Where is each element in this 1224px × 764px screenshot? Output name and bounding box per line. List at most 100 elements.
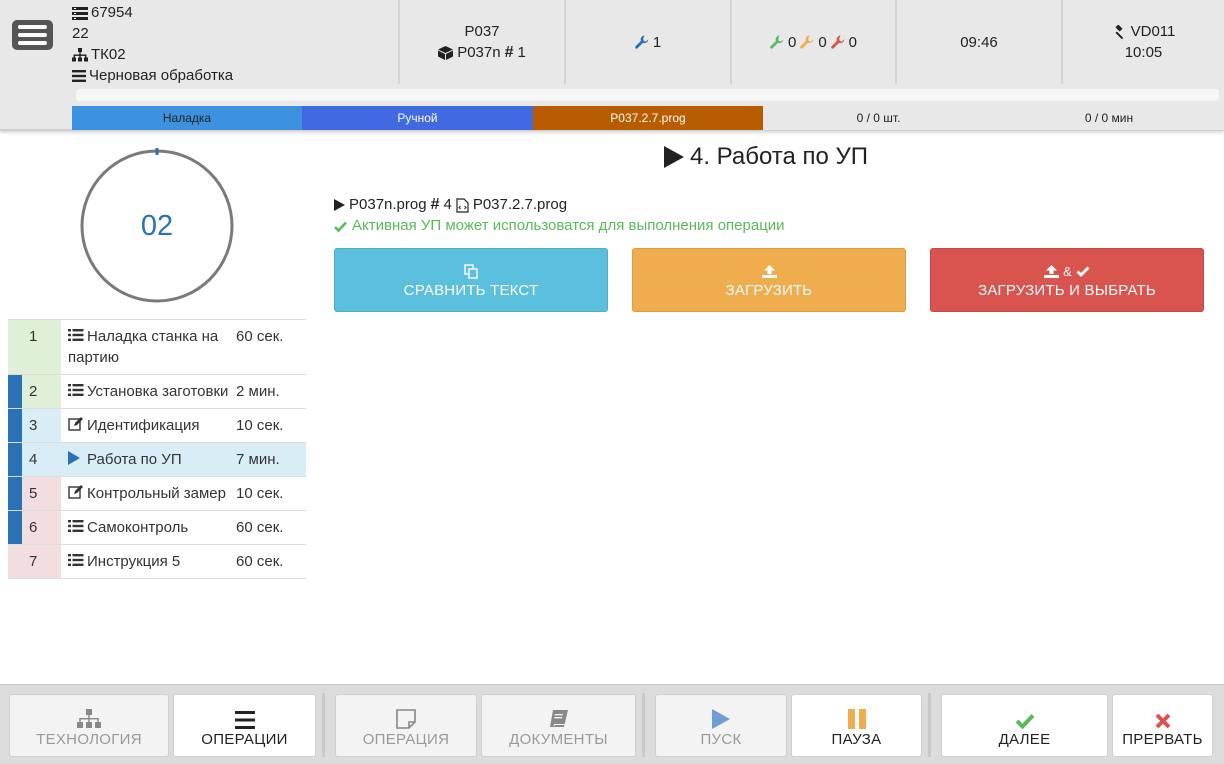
menu-bar-icon [18,33,47,37]
operation-name-cell: Контрольный замер [61,477,236,510]
operation-flag [8,409,22,442]
abort-button[interactable]: ПРЕРВАТЬ [1112,694,1213,757]
toolbar-divider [928,693,931,757]
menu-bar-icon [18,41,47,45]
tools-warning-count: 0 [818,33,827,51]
operation-time: 2 мин. [236,383,280,400]
upload-button[interactable]: ЗАГРУЗИТЬ [632,248,906,312]
active-message-text: Активная УП может использоватся для выпо… [352,217,785,234]
operation-time: 60 сек. [236,553,284,570]
play-icon [664,146,684,168]
next-button[interactable]: ДАЛЕЕ [941,694,1108,757]
operation-row[interactable]: 6 Самоконтроль 60 сек. [8,511,306,545]
operation-time: 7 мин. [236,443,306,476]
start-button[interactable]: ПУСК [655,694,787,757]
clock-cell: 09:46 [895,0,1061,84]
operation-row[interactable]: 5 Контрольный замер 10 сек. [8,477,306,511]
operation-row[interactable]: 3 Идентификация 10 сек. [8,409,306,443]
operations-label: ОПЕРАЦИИ [201,731,288,748]
bottom-toolbar: ТЕХНОЛОГИЯ ОПЕРАЦИИ ОПЕРАЦИЯ ДОКУМЕНТЫ П… [0,684,1224,764]
program-file: P037.2.7.prog [472,196,568,213]
part-number: P037 [464,23,500,40]
control-badge: Ручной [302,106,533,130]
sitemap-icon [72,47,88,61]
sticky-note-icon [396,709,416,729]
operation-row[interactable]: 2 Установка заготовки 2 мин. [8,375,306,409]
order-id: 67954 [91,4,133,21]
barcode-icon [72,6,88,20]
file-code-icon [456,197,469,213]
check-icon [334,221,347,232]
operation-name: Черновая обработка [89,67,234,84]
list-icon [68,552,84,566]
edit-icon [68,484,84,499]
upload-and-select-label: ЗАГРУЗИТЬ И ВЫБРАТЬ [978,281,1156,299]
gavel-icon [1115,24,1123,39]
operation-name-cell: Установка заготовки [61,375,236,408]
operation-row[interactable]: 1 Наладка станка на партию 60 сек. [8,320,306,375]
order-quantity: 22 [72,25,89,42]
check-icon [1015,714,1034,729]
operation-number: 1 [8,320,61,374]
close-icon [1155,713,1170,729]
operation-row[interactable]: 7 Инструкция 5 60 сек. [8,545,306,579]
tools-error-count: 0 [848,33,858,51]
upload-and-select-button[interactable]: & ЗАГРУЗИТЬ И ВЫБРАТЬ [930,248,1204,312]
bars-icon [234,711,255,729]
operator-id: VD011 [1130,23,1176,40]
operations-button[interactable]: ОПЕРАЦИИ [173,694,316,757]
sitemap-icon [77,709,101,728]
pause-button[interactable]: ПАУЗА [791,694,922,757]
order-info: 67954 22 ТК02 Черновая обработка [72,2,233,86]
documents-button[interactable]: ДОКУМЕНТЫ [481,694,636,757]
operation-name-cell: Идентификация [61,409,236,442]
mode-badge: Наладка [72,106,302,130]
cycle-dial: 02 [79,148,235,304]
operation-time: 60 сек. [236,519,284,536]
book-icon [549,710,568,727]
wrench-icon [635,35,649,49]
technology-label: ТЕХНОЛОГИЯ [36,731,142,748]
operation-button[interactable]: ОПЕРАЦИЯ [335,694,477,757]
start-label: ПУСК [700,731,742,748]
hashtag-icon: # [504,44,514,61]
bars-icon [72,69,86,82]
tool-status-cell[interactable]: 0 0 0 [730,0,895,84]
operation-name-cell: Самоконтроль [61,511,236,544]
menu-bar-icon [18,25,47,29]
wrench-error-icon [830,35,844,49]
abort-label: ПРЕРВАТЬ [1122,731,1203,748]
program-file-badge: P037.2.7.prog [533,106,763,130]
status-bar: Наладка Ручной P037.2.7.prog 0 / 0 шт. 0… [72,106,1224,130]
operation-name: Самоконтроль [87,519,189,536]
menu-button[interactable] [12,20,53,50]
operation-label: ОПЕРАЦИЯ [362,731,450,748]
operation-name-cell: Наладка станка на партию [61,320,236,374]
operation-flag [8,375,22,408]
operation-flag [8,443,22,476]
step-title: 4. Работа по УП [690,143,869,170]
technology-button[interactable]: ТЕХНОЛОГИЯ [9,694,169,757]
operation-name: Установка заготовки [87,383,229,400]
operator-cell[interactable]: VD011 10:05 [1061,0,1224,84]
tools-cell[interactable]: 1 [564,0,730,84]
operation-time: 60 сек. [236,328,284,345]
program-name: P037n.prog [349,196,427,213]
operation-time: 10 сек. [236,485,284,502]
list-icon [68,327,84,341]
operation-row[interactable]: 4 Работа по УП 7 мин. [8,443,306,477]
cube-icon [438,45,454,60]
compare-text-button[interactable]: СРАВНИТЬ ТЕКСТ [334,248,608,312]
upload-icon [761,265,777,278]
operation-flag [8,511,22,544]
wrench-warning-icon [800,35,814,49]
program-line: P037n.prog # 4 P037.2.7.prog [334,194,567,216]
tools-ok-count: 0 [787,33,797,51]
pause-label: ПАУЗА [831,731,882,748]
list-icon [68,518,84,532]
workcenter: ТК02 [91,46,126,63]
compare-text-label: СРАВНИТЬ ТЕКСТ [403,281,539,299]
operation-name: Работа по УП [87,451,182,468]
play-icon [712,709,730,729]
part-program-cell: P037 P037n # 1 [398,0,564,84]
